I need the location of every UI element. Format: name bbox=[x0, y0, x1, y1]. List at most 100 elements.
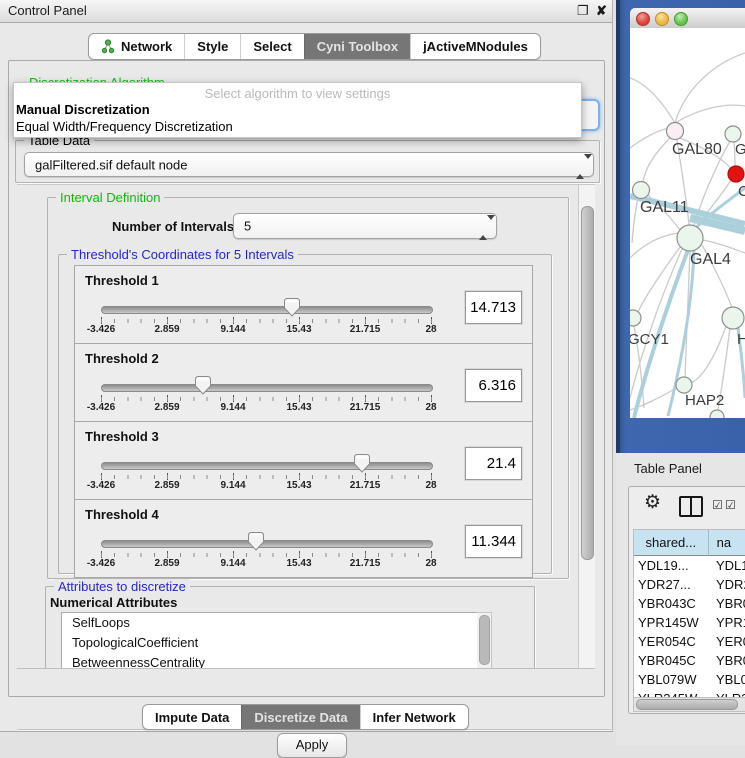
network-icon bbox=[101, 39, 115, 54]
select-none-checkbox-icon[interactable]: ☑ bbox=[725, 499, 736, 511]
column-header-name[interactable]: na bbox=[709, 530, 745, 556]
node-bottom[interactable] bbox=[710, 410, 724, 418]
table-cell: YBR045C bbox=[634, 651, 710, 670]
table-cell: YER0 bbox=[710, 632, 745, 651]
node-gal11[interactable] bbox=[633, 182, 650, 199]
table-cell: YBR043C bbox=[634, 594, 710, 613]
algorithm-placeholder-option[interactable]: Select algorithm to view settings bbox=[14, 86, 581, 101]
network-window-titlebar bbox=[630, 8, 745, 29]
slider-handle[interactable] bbox=[195, 376, 211, 395]
slider-handle[interactable] bbox=[354, 454, 370, 473]
cyni-toolbox-panel: Discretization Algorithm Table Data galF… bbox=[8, 60, 605, 697]
slider-track[interactable] bbox=[101, 540, 433, 548]
table-cell: YBR0 bbox=[710, 594, 745, 613]
table-row[interactable]: YBL079WYBL0 bbox=[634, 670, 745, 689]
number-of-intervals-select[interactable]: 5 bbox=[233, 213, 497, 239]
threshold-value-field[interactable]: 6.316 bbox=[465, 369, 522, 402]
slider-track[interactable] bbox=[101, 462, 433, 470]
tick-label: 21.715 bbox=[350, 402, 381, 413]
tick-label: -3.426 bbox=[87, 480, 115, 491]
gear-icon[interactable]: ⚙ bbox=[644, 493, 661, 513]
node-top-right[interactable] bbox=[725, 126, 741, 142]
node-gal80[interactable] bbox=[667, 123, 684, 140]
tab-cyni-toolbox[interactable]: Cyni Toolbox bbox=[304, 34, 410, 59]
number-of-intervals-value: 5 bbox=[244, 219, 251, 234]
slider-tick-labels: -3.4262.8599.14415.4321.71528 bbox=[75, 480, 532, 494]
tab-label: Infer Network bbox=[373, 710, 456, 725]
tab-impute-data[interactable]: Impute Data bbox=[143, 705, 241, 729]
table-row[interactable]: YER054CYER0 bbox=[634, 632, 745, 651]
tab-jactivemnodules[interactable]: jActiveMNodules bbox=[410, 34, 540, 59]
table-panel-title: Table Panel bbox=[634, 461, 702, 476]
algorithm-option-manual[interactable]: Manual Discretization bbox=[16, 102, 150, 117]
control-panel-title: Control Panel bbox=[8, 3, 87, 18]
tab-select[interactable]: Select bbox=[240, 34, 303, 59]
table-cell: YER054C bbox=[634, 632, 710, 651]
threshold-value-field[interactable]: 11.344 bbox=[465, 525, 522, 558]
split-columns-icon[interactable] bbox=[679, 496, 703, 517]
attribute-list-item[interactable]: TopologicalCoefficient bbox=[62, 633, 478, 653]
tick-label: 9.144 bbox=[220, 558, 245, 569]
tab-infer-network[interactable]: Infer Network bbox=[360, 705, 468, 729]
scrollbar-thumb[interactable] bbox=[636, 699, 738, 710]
threshold-panel: Threshold 2 -3.4262.8599.14415.4321.7152… bbox=[74, 343, 533, 422]
scrollbar-thumb[interactable] bbox=[479, 615, 490, 665]
table-row[interactable]: YDR27...YDR2 bbox=[634, 575, 745, 594]
slider-track[interactable] bbox=[101, 384, 433, 392]
tick-label: 2.859 bbox=[154, 402, 179, 413]
attribute-list-item[interactable]: BetweennessCentrality bbox=[62, 653, 478, 669]
column-header-shared-name[interactable]: shared... bbox=[634, 530, 709, 556]
threshold-value-field[interactable]: 21.4 bbox=[465, 447, 522, 480]
node-label-hap2: HAP2 bbox=[685, 392, 724, 409]
node-gcy1[interactable] bbox=[630, 310, 641, 326]
numerical-attributes-list[interactable]: SelfLoopsTopologicalCoefficientBetweenne… bbox=[61, 612, 479, 669]
tick-label: 2.859 bbox=[154, 558, 179, 569]
node-label-partial-ga: GA bbox=[735, 141, 745, 158]
attribute-list-item[interactable]: SelfLoops bbox=[62, 613, 478, 633]
number-of-intervals-label: Number of Intervals bbox=[112, 219, 234, 234]
tab-network[interactable]: Network bbox=[89, 34, 184, 59]
close-window-icon[interactable]: ✘ bbox=[596, 4, 607, 18]
tick-label: -3.426 bbox=[87, 324, 115, 335]
node-selected-red[interactable] bbox=[728, 166, 744, 182]
table-cell: YDL1 bbox=[710, 556, 745, 575]
tick-label: 28 bbox=[425, 402, 436, 413]
top-tab-strip: NetworkStyle Select Cyni ToolboxjActiveMNo… bbox=[88, 33, 541, 60]
combo-stepper-icon bbox=[576, 159, 584, 171]
table-row[interactable]: YBR045CYBR0 bbox=[634, 651, 745, 670]
slider-handle[interactable] bbox=[284, 298, 300, 317]
bottom-tab-strip: Impute DataDiscretize Data Infer Network bbox=[142, 704, 469, 730]
node-h[interactable] bbox=[722, 307, 744, 329]
slider-handle[interactable] bbox=[248, 532, 264, 551]
node-hap2[interactable] bbox=[676, 377, 692, 393]
table-cell: YDL19... bbox=[634, 556, 710, 575]
table-data-select[interactable]: galFiltered.sif default node bbox=[24, 152, 594, 177]
tab-label: Select bbox=[253, 39, 291, 54]
zoom-traffic-light[interactable] bbox=[674, 12, 688, 26]
table-cell: YBR0 bbox=[710, 651, 745, 670]
slider-track[interactable] bbox=[101, 306, 433, 314]
algorithm-dropdown-popup: Select algorithm to view settings Manual… bbox=[13, 82, 582, 138]
close-traffic-light[interactable] bbox=[636, 12, 650, 26]
interval-definition-group-title: Interval Definition bbox=[56, 190, 164, 205]
settings-scrollbar[interactable] bbox=[578, 185, 595, 668]
table-row[interactable]: YDL19...YDL1 bbox=[634, 556, 745, 575]
scrollbar-thumb[interactable] bbox=[581, 206, 594, 560]
minimize-traffic-light[interactable] bbox=[655, 12, 669, 26]
tab-style[interactable]: Style bbox=[184, 34, 240, 59]
node-gal4[interactable] bbox=[677, 225, 703, 251]
float-window-icon[interactable]: ❐ bbox=[577, 4, 589, 18]
interval-definition-group: Interval Definition Number of Intervals … bbox=[47, 197, 569, 579]
algorithm-option-equal-width[interactable]: Equal Width/Frequency Discretization bbox=[16, 119, 233, 134]
network-canvas[interactable]: GAL80 GA C GAL11 GAL4 GCY1 H HAP2 bbox=[630, 28, 745, 418]
table-row[interactable]: YPR145WYPR1 bbox=[634, 613, 745, 632]
apply-button[interactable]: Apply bbox=[277, 733, 347, 758]
select-all-checkbox-icon[interactable]: ☑ bbox=[712, 499, 723, 511]
threshold-value-field[interactable]: 14.713 bbox=[465, 291, 522, 324]
tab-discretize-data[interactable]: Discretize Data bbox=[241, 705, 359, 729]
tick-label: 28 bbox=[425, 324, 436, 335]
table-row[interactable]: YBR043CYBR0 bbox=[634, 594, 745, 613]
slider-tick-labels: -3.4262.8599.14415.4321.71528 bbox=[75, 402, 532, 416]
attributes-list-scrollbar[interactable] bbox=[477, 612, 492, 669]
table-horizontal-scrollbar[interactable] bbox=[633, 697, 745, 712]
